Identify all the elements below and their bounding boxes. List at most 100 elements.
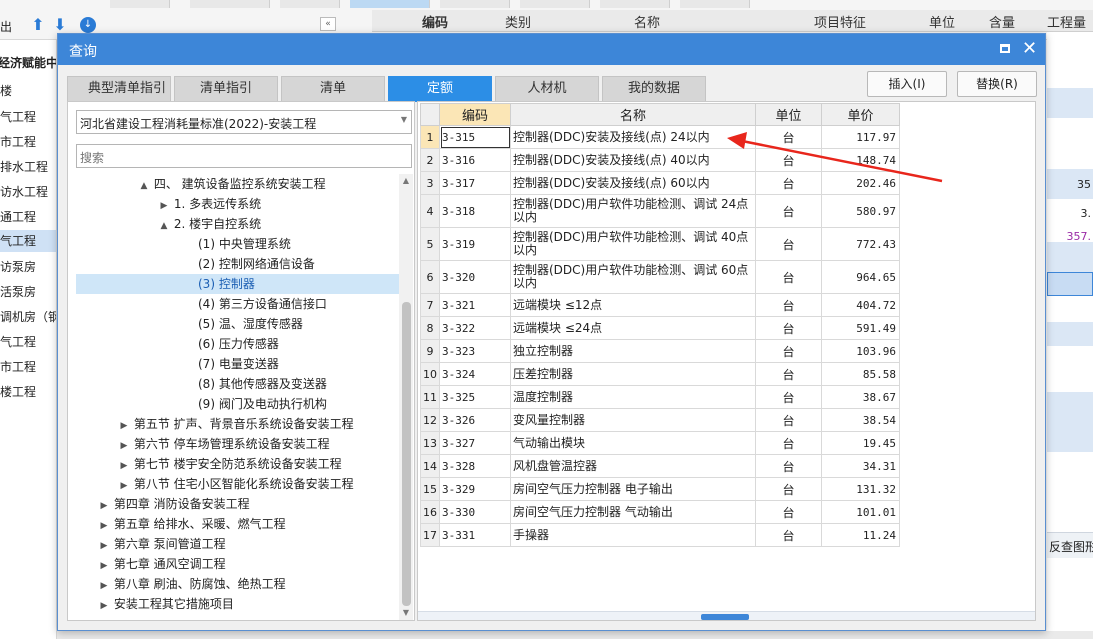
cell-unit[interactable]: 台	[755, 477, 822, 501]
table-row[interactable]: 13 3-327 气动输出模块台 19.45	[420, 431, 900, 455]
cell-unit[interactable]: 台	[755, 362, 822, 386]
table-row[interactable]: 12 3-326 变风量控制器台 38.54	[420, 408, 900, 432]
cell-price[interactable]: 19.45	[821, 431, 900, 455]
move-down-icon[interactable]: ⬇	[52, 17, 68, 33]
cell-unit[interactable]: 台	[755, 316, 822, 340]
insert-button[interactable]: 插入(I)	[867, 71, 947, 97]
cell-price[interactable]: 103.96	[821, 339, 900, 363]
expand-arrow-icon[interactable]: ▶	[98, 596, 110, 616]
table-row[interactable]: 6 3-320 控制器(DDC)用户软件功能检测、调试 60点以内台 964.65	[420, 260, 900, 294]
table-row[interactable]: 17 3-331 手操器台 11.24	[420, 523, 900, 547]
table-row[interactable]: 4 3-318 控制器(DDC)用户软件功能检测、调试 24点以内台 580.97	[420, 194, 900, 228]
cell-name[interactable]: 远端模块 ≤12点	[510, 293, 756, 317]
table-row[interactable]: 3 3-317 控制器(DDC)安装及接线(点) 60以内台 202.46	[420, 171, 900, 195]
cell-code[interactable]: 3-326	[439, 408, 511, 432]
app-tab[interactable]	[190, 0, 270, 8]
cell-unit[interactable]: 台	[755, 339, 822, 363]
scroll-up-icon[interactable]: ▲	[399, 174, 413, 188]
table-row[interactable]: 15 3-329 房间空气压力控制器 电子输出台 131.32	[420, 477, 900, 501]
sidebar-item[interactable]: 通工程	[0, 208, 36, 225]
tab-list[interactable]: 清单	[281, 76, 385, 102]
tree-node[interactable]: (8) 其他传感器及变送器	[198, 374, 327, 394]
cell-unit[interactable]: 台	[755, 194, 822, 228]
cell-unit[interactable]: 台	[755, 408, 822, 432]
cell-code[interactable]: 3-331	[439, 523, 511, 547]
tree-node[interactable]: ▶ 1. 多表远传系统	[158, 194, 262, 214]
tree-scrollbar[interactable]: ▲ ▼	[399, 174, 413, 620]
cell-code[interactable]: 3-330	[439, 500, 511, 524]
cell-price[interactable]: 85.58	[821, 362, 900, 386]
tab-list-guide[interactable]: 清单指引	[174, 76, 278, 102]
table-row[interactable]: 5 3-319 控制器(DDC)用户软件功能检测、调试 40点以内台 772.43	[420, 227, 900, 261]
cell-price[interactable]: 404.72	[821, 293, 900, 317]
tree-node[interactable]: ▶ 第四章 消防设备安装工程	[98, 494, 250, 514]
sidebar-item[interactable]: 楼工程	[0, 383, 36, 400]
tree-node[interactable]: (7) 电量变送器	[198, 354, 279, 374]
tree-node[interactable]: (2) 控制网络通信设备	[198, 254, 315, 274]
expand-arrow-icon[interactable]: ▶	[98, 576, 110, 596]
sidebar-item[interactable]: 楼	[0, 82, 12, 99]
collapse-icon[interactable]: «	[320, 17, 336, 31]
expand-arrow-icon[interactable]: ▶	[118, 456, 130, 476]
scrollbar-thumb[interactable]	[402, 302, 411, 606]
app-tab[interactable]	[600, 0, 670, 8]
app-tab[interactable]	[680, 0, 750, 8]
collapse-arrow-icon[interactable]: ▲	[138, 176, 150, 196]
cell-unit[interactable]: 台	[755, 454, 822, 478]
expand-arrow-icon[interactable]: ▶	[98, 516, 110, 536]
replace-button[interactable]: 替换(R)	[957, 71, 1037, 97]
cell-code[interactable]: 3-319	[439, 227, 511, 261]
tab-typical-list-guide[interactable]: 典型清单指引	[67, 76, 171, 102]
cell-name[interactable]: 手操器	[510, 523, 756, 547]
cell-name[interactable]: 控制器(DDC)安装及接线(点) 24以内	[510, 125, 756, 149]
tree-node[interactable]: ▶ 第六节 停车场管理系统设备安装工程	[118, 434, 330, 454]
download-icon[interactable]: ↓	[80, 17, 96, 33]
table-row[interactable]: 2 3-316 控制器(DDC)安装及接线(点) 40以内台 148.74	[420, 148, 900, 172]
sidebar-item[interactable]: 气工程	[0, 108, 36, 125]
cell-name[interactable]: 风机盘管温控器	[510, 454, 756, 478]
table-row[interactable]: 16 3-330 房间空气压力控制器 气动输出台 101.01	[420, 500, 900, 524]
sidebar-item[interactable]: 排水工程	[0, 158, 48, 175]
cell-name[interactable]: 控制器(DDC)用户软件功能检测、调试 60点以内	[510, 260, 756, 294]
col-header-price[interactable]: 单价	[821, 103, 900, 126]
cell-code[interactable]: 3-320	[439, 260, 511, 294]
cell-code[interactable]: 3-317	[439, 171, 511, 195]
sidebar-item[interactable]: 气工程	[0, 333, 36, 350]
cell-price[interactable]: 34.31	[821, 454, 900, 478]
cell-price[interactable]: 131.32	[821, 477, 900, 501]
sidebar-item[interactable]: 访水工程	[0, 183, 48, 200]
cell-code[interactable]: 3-328	[439, 454, 511, 478]
tree-node[interactable]: ▶ 第七节 楼宇安全防范系统设备安装工程	[118, 454, 342, 474]
sidebar-item[interactable]: 市工程	[0, 133, 36, 150]
tree-node[interactable]: ▶ 第五章 给排水、采暖、燃气工程	[98, 514, 286, 534]
cell-name[interactable]: 温度控制器	[510, 385, 756, 409]
cell-name[interactable]: 房间空气压力控制器 气动输出	[510, 500, 756, 524]
collapse-arrow-icon[interactable]: ▲	[158, 216, 170, 236]
cell-price[interactable]: 117.97	[821, 125, 900, 149]
tree-node[interactable]: (1) 中央管理系统	[198, 234, 291, 254]
cell-price[interactable]: 964.65	[821, 260, 900, 294]
expand-arrow-icon[interactable]: ▶	[98, 496, 110, 516]
table-row[interactable]: 9 3-323 独立控制器台 103.96	[420, 339, 900, 363]
cell-price[interactable]: 148.74	[821, 148, 900, 172]
sidebar-item[interactable]: 调机房（钢	[0, 308, 56, 325]
table-row[interactable]: 14 3-328 风机盘管温控器台 34.31	[420, 454, 900, 478]
col-header-name[interactable]: 名称	[510, 103, 756, 126]
cell-unit[interactable]: 台	[755, 227, 822, 261]
cell-code[interactable]: 3-327	[439, 431, 511, 455]
tree-node[interactable]: ▶ 安装工程其它措施项目	[98, 594, 234, 614]
cell-code[interactable]: 3-325	[439, 385, 511, 409]
search-input[interactable]	[76, 144, 412, 168]
sidebar-item[interactable]: 活泵房	[0, 283, 36, 300]
cell-unit[interactable]: 台	[755, 385, 822, 409]
tree-node[interactable]: ▲ 四、 建筑设备监控系统安装工程	[138, 174, 326, 194]
cell-price[interactable]: 202.46	[821, 171, 900, 195]
cell-price[interactable]: 772.43	[821, 227, 900, 261]
chevron-down-icon[interactable]: ▼	[401, 115, 407, 124]
tree-node[interactable]: (5) 温、湿度传感器	[198, 314, 303, 334]
cell-unit[interactable]: 台	[755, 148, 822, 172]
cell-code[interactable]: 3-315	[439, 125, 511, 149]
tab-my-data[interactable]: 我的数据	[602, 76, 706, 102]
cell-name[interactable]: 变风量控制器	[510, 408, 756, 432]
export-label[interactable]: 出	[0, 18, 12, 35]
